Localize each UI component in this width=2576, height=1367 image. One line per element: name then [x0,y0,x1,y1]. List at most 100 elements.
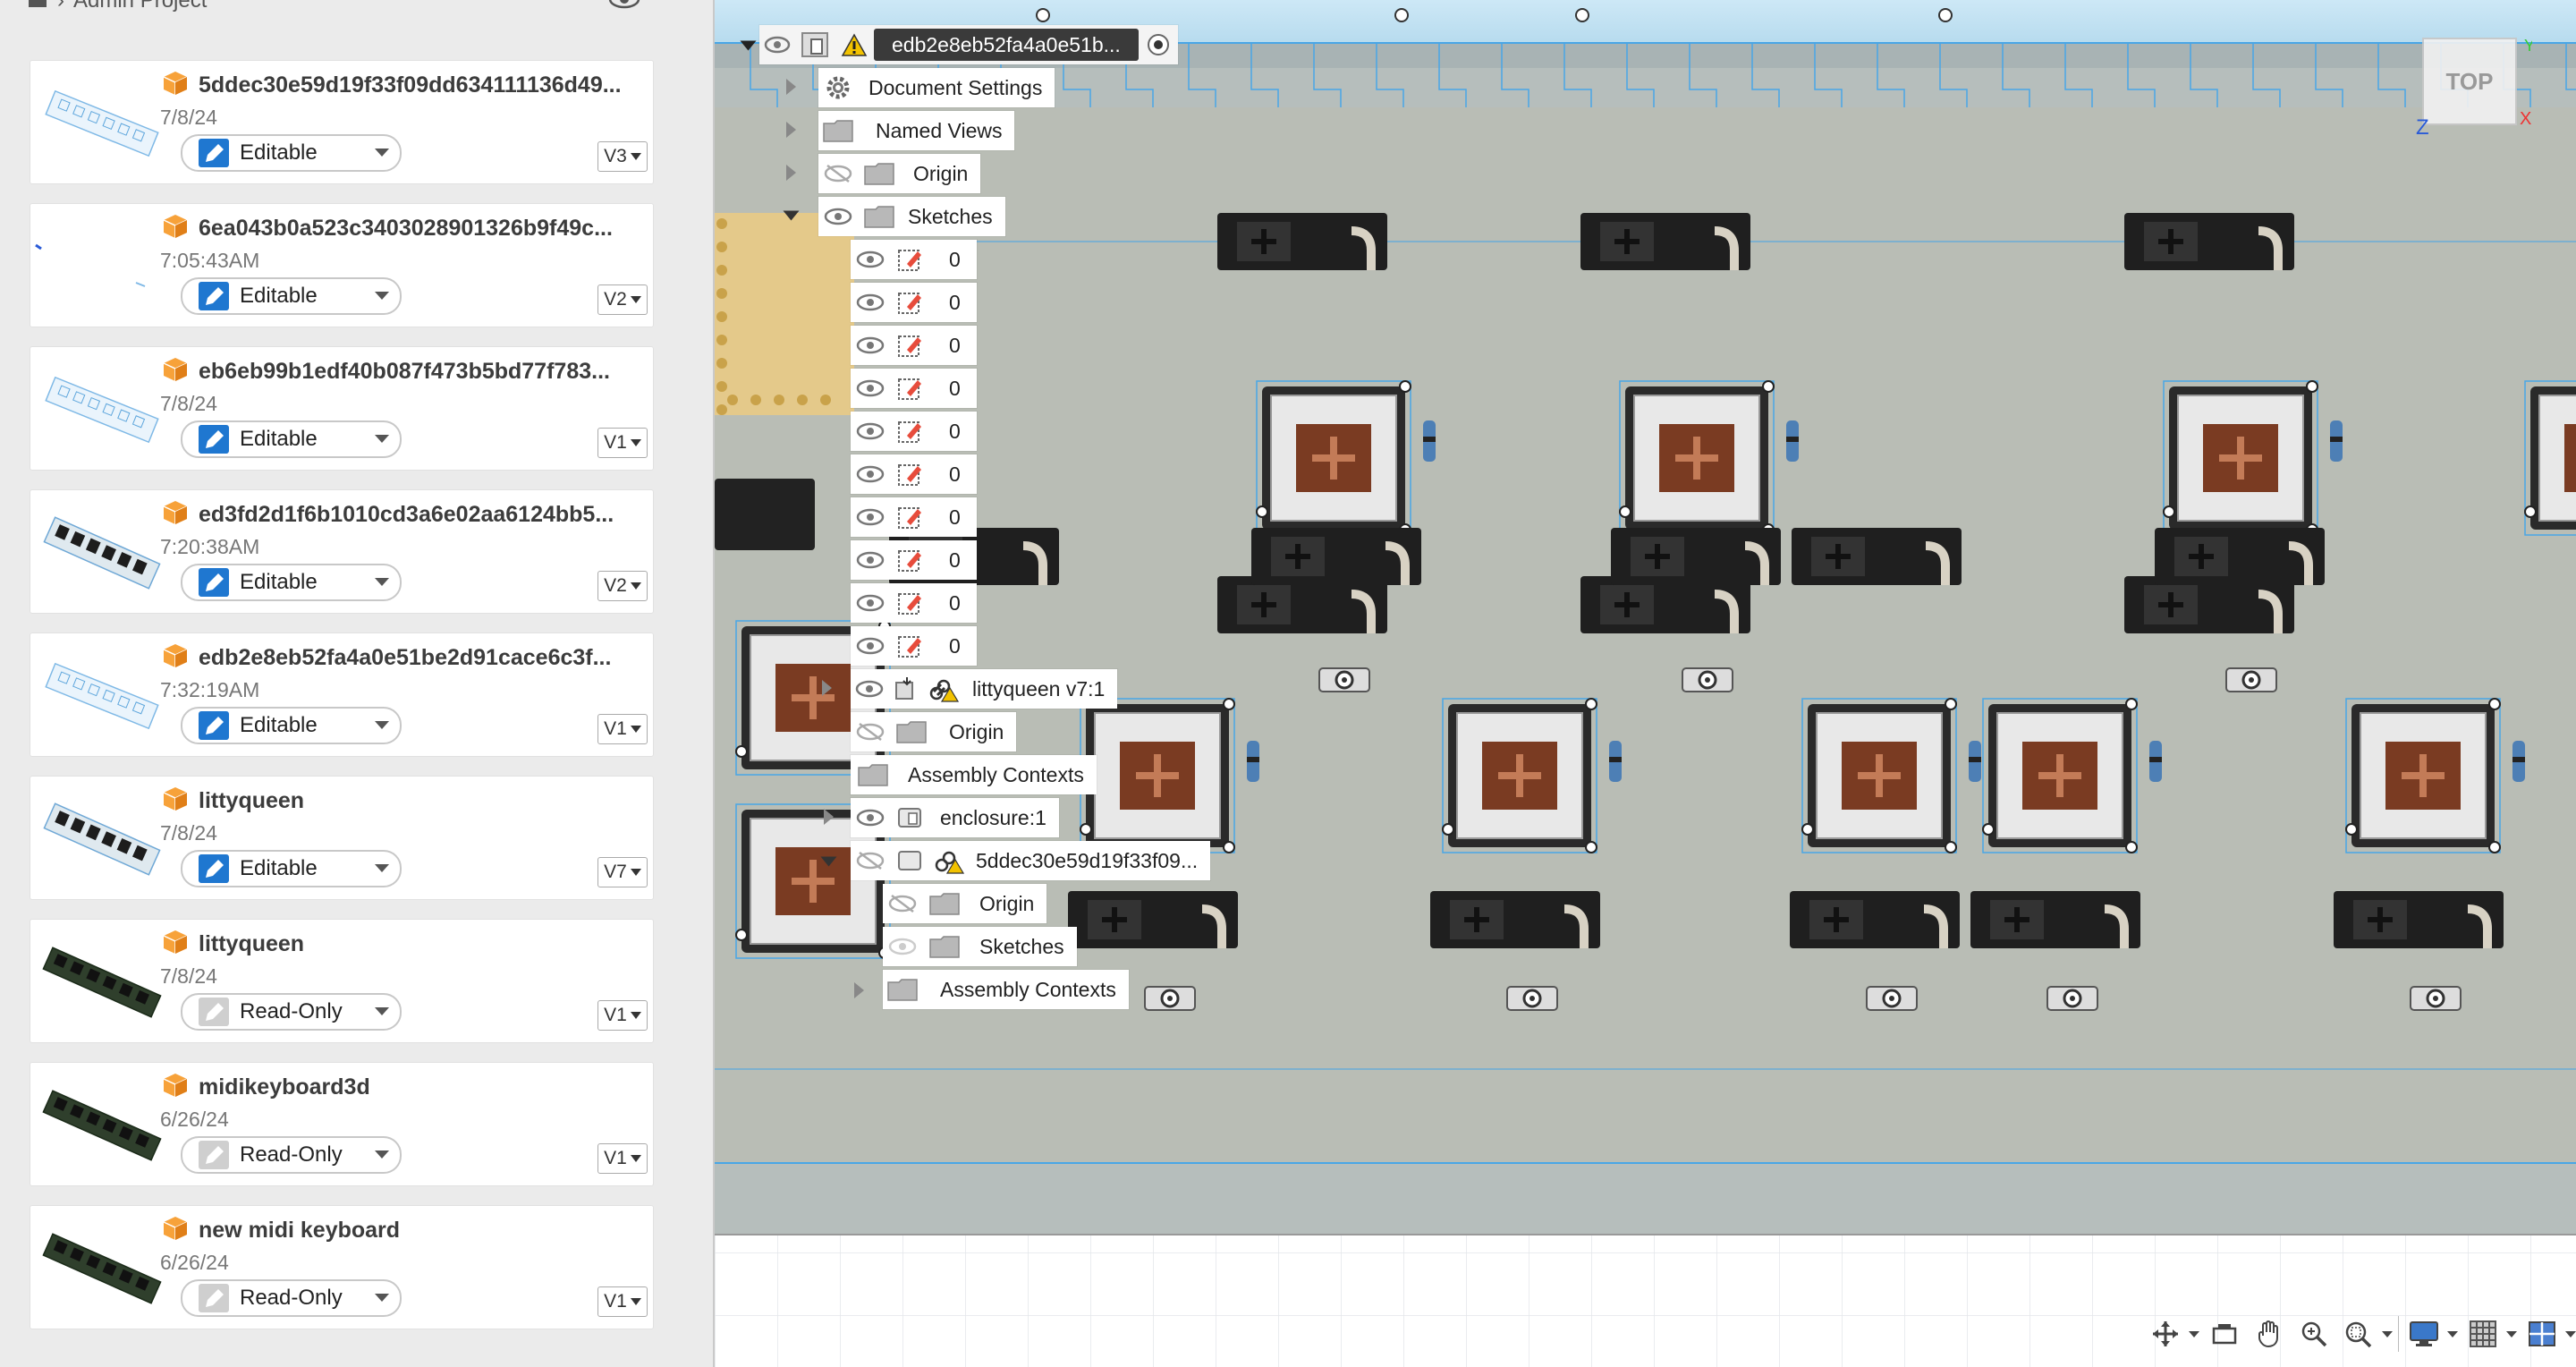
sketches-node[interactable]: Sketches [818,197,1005,236]
viewports-icon[interactable] [2522,1314,2562,1354]
sketch-node[interactable]: 0 [851,497,977,537]
version-dropdown[interactable]: V2 [597,284,648,315]
permission-dropdown[interactable]: Editable [181,564,402,601]
grid-settings-icon[interactable] [2463,1314,2503,1354]
file-card[interactable]: edb2e8eb52fa4a0e51be2d91cace6c3f... 7:32:… [30,633,654,757]
eye-icon[interactable] [759,27,795,63]
sketch-node[interactable]: 0 [851,626,977,666]
file-thumbnail[interactable] [30,633,174,756]
origin-node[interactable]: Origin [818,154,981,193]
file-thumbnail[interactable] [30,920,174,1042]
eye-icon[interactable] [608,0,640,15]
expand-arrow-icon[interactable] [740,40,757,51]
file-thumbnail[interactable] [30,347,174,470]
sketch-node[interactable]: 0 [851,454,977,494]
collapse-arrow-icon[interactable] [820,856,837,867]
version-dropdown[interactable]: V1 [597,1000,648,1031]
sub-component-node[interactable]: 5ddec30e59d19f33f09... [851,841,1211,880]
version-dropdown[interactable]: V7 [597,857,648,887]
version-dropdown[interactable]: V1 [597,1143,648,1174]
version-dropdown[interactable]: V3 [597,141,648,172]
zoom-icon[interactable] [2294,1314,2334,1354]
sub-assembly-contexts-node[interactable]: Assembly Contexts [883,970,1129,1009]
file-card[interactable]: 5ddec30e59d19f33f09dd634111136d49... 7/8/… [30,60,654,184]
eye-icon[interactable] [851,327,890,363]
home-icon[interactable] [27,0,48,14]
activate-radio-icon[interactable] [1139,27,1178,63]
file-name[interactable]: 5ddec30e59d19f33f09dd634111136d49... [199,72,646,98]
enclosure-node[interactable]: enclosure:1 [851,798,1059,837]
file-card[interactable]: eb6eb99b1edf40b087f473b5bd77f783... 7/8/2… [30,346,654,471]
eye-icon[interactable] [851,456,890,492]
file-name[interactable]: 6ea043b0a523c3403028901326b9f49c... [199,216,646,242]
permission-dropdown[interactable]: Editable [181,707,402,744]
expand-arrow-icon[interactable] [854,982,864,998]
version-dropdown[interactable]: V1 [597,1286,648,1317]
sub-sketches-node[interactable]: Sketches [883,927,1077,966]
component-assembly-contexts-node[interactable]: Assembly Contexts [851,755,1097,794]
permission-dropdown[interactable]: Read-Only [181,1279,402,1317]
version-dropdown[interactable]: V1 [597,428,648,458]
viewcube[interactable]: TOP Y X Z [2416,33,2535,140]
display-settings-icon[interactable] [2404,1314,2444,1354]
document-settings-node[interactable]: Document Settings [818,68,1055,107]
chevron-down-icon[interactable] [2189,1330,2199,1337]
eye-icon[interactable] [851,628,890,664]
design-canvas[interactable]: edb2e8eb52fa4a0e51b... Document Settings… [715,0,2576,1367]
file-name[interactable]: edb2e8eb52fa4a0e51be2d91cace6c3f... [199,645,646,671]
hidden-eye-icon[interactable] [851,714,890,750]
expand-arrow-icon[interactable] [786,122,796,138]
file-name[interactable]: littyqueen [199,788,646,814]
version-dropdown[interactable]: V2 [597,571,648,601]
pan-hand-icon[interactable] [2250,1314,2289,1354]
file-thumbnail[interactable] [30,1206,174,1329]
expand-arrow-icon[interactable] [786,79,796,95]
file-thumbnail[interactable] [30,61,174,183]
root-name[interactable]: edb2e8eb52fa4a0e51b... [874,29,1139,61]
eye-icon[interactable] [851,585,890,621]
component-origin-node[interactable]: Origin [851,712,1017,751]
sketch-node[interactable]: 0 [851,369,977,408]
permission-dropdown[interactable]: Editable [181,134,402,172]
file-name[interactable]: midikeyboard3d [199,1074,646,1100]
zoom-window-icon[interactable] [2339,1314,2378,1354]
sketch-node[interactable]: 0 [851,283,977,322]
orbit-icon[interactable] [2146,1314,2185,1354]
component-node[interactable]: littyqueen v7:1 [851,669,1118,709]
sketch-node[interactable]: 0 [851,540,977,580]
file-thumbnail[interactable] [30,777,174,899]
file-thumbnail[interactable] [30,1063,174,1185]
sketch-node[interactable]: 0 [851,240,977,279]
file-card[interactable]: littyqueen 7/8/24 Read-Only V1 [30,919,654,1043]
breadcrumb[interactable]: › Admin Project [27,0,640,14]
permission-dropdown[interactable]: Editable [181,277,402,315]
project-name[interactable]: Admin Project [73,0,207,13]
chevron-down-icon[interactable] [2506,1330,2517,1337]
file-name[interactable]: littyqueen [199,931,646,957]
eye-icon[interactable] [851,370,890,406]
eye-icon[interactable] [818,199,858,234]
chevron-down-icon[interactable] [2565,1330,2576,1337]
permission-dropdown[interactable]: Editable [181,850,402,887]
collapse-arrow-icon[interactable] [783,210,800,221]
chevron-down-icon[interactable] [2447,1330,2458,1337]
hidden-eye-icon[interactable] [883,886,922,921]
named-views-node[interactable]: Named Views [818,111,1015,150]
file-card[interactable]: ed3fd2d1f6b1010cd3a6e02aa6124bb5... 7:20:… [30,489,654,614]
permission-dropdown[interactable]: Read-Only [181,993,402,1031]
expand-arrow-icon[interactable] [786,165,796,181]
file-name[interactable]: new midi keyboard [199,1218,646,1244]
sub-origin-node[interactable]: Origin [883,884,1047,923]
file-card[interactable]: midikeyboard3d 6/26/24 Read-Only V1 [30,1062,654,1186]
browser-root[interactable]: edb2e8eb52fa4a0e51b... [759,25,1178,64]
eye-icon[interactable] [851,413,890,449]
version-dropdown[interactable]: V1 [597,714,648,744]
file-name[interactable]: ed3fd2d1f6b1010cd3a6e02aa6124bb5... [199,502,646,528]
hidden-eye-icon[interactable] [851,843,890,879]
sketch-node[interactable]: 0 [851,583,977,623]
eye-icon[interactable] [851,284,890,320]
sketch-node[interactable]: 0 [851,412,977,451]
file-card[interactable]: new midi keyboard 6/26/24 Read-Only V1 [30,1205,654,1329]
permission-dropdown[interactable]: Read-Only [181,1136,402,1174]
file-card[interactable]: 6ea043b0a523c3403028901326b9f49c... 7:05:… [30,203,654,327]
